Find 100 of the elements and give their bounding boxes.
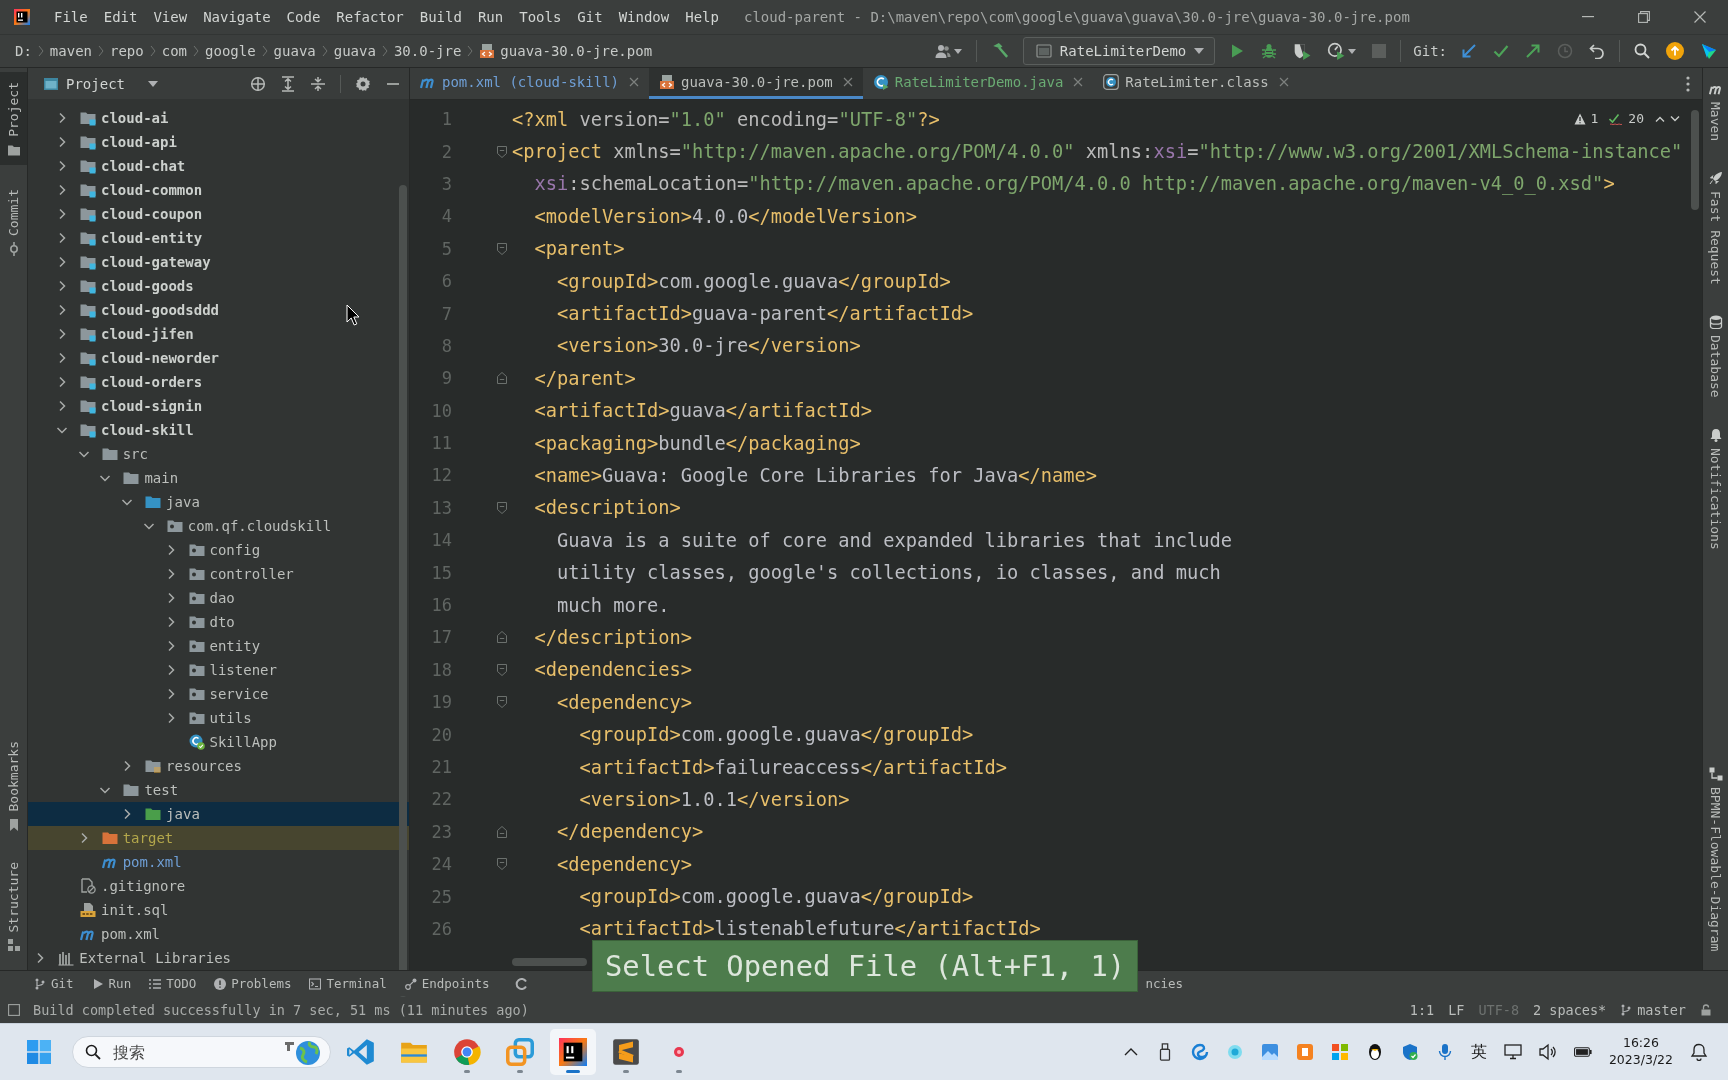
fold-icon[interactable]	[497, 825, 507, 838]
tool-window-button[interactable]: Fast Request	[1703, 167, 1728, 290]
tree-item[interactable]: entity	[28, 634, 409, 658]
tree-item[interactable]: listener	[28, 658, 409, 682]
tree-item[interactable]: cloud-entity	[28, 226, 409, 250]
taskbar-app-button[interactable]	[550, 1029, 596, 1075]
tree-item[interactable]: cloud-signin	[28, 394, 409, 418]
app-logo-icon[interactable]	[14, 9, 30, 25]
tree-item[interactable]: java	[28, 802, 409, 826]
scrollbar-thumb[interactable]	[512, 958, 587, 966]
close-icon[interactable]	[1073, 77, 1084, 87]
crosshair-icon[interactable]	[250, 75, 266, 92]
tool-window-button[interactable]: Terminal	[309, 976, 387, 991]
tree-item[interactable]: init.sql	[28, 898, 409, 922]
arc-icon[interactable]	[515, 977, 528, 990]
fold-icon[interactable]	[497, 663, 507, 676]
menu-item[interactable]: Help	[678, 5, 726, 29]
lock-icon[interactable]	[1700, 1003, 1712, 1016]
tool-window-button[interactable]: Run	[91, 976, 132, 991]
editor-tab[interactable]: RateLimiterDemo.java	[862, 68, 1094, 99]
tree-item[interactable]: com.qf.cloudskill	[28, 514, 409, 538]
tree-item[interactable]: pom.xml	[28, 922, 409, 946]
tool-window-button[interactable]: Database	[1703, 311, 1728, 402]
fold-icon[interactable]	[497, 858, 507, 871]
tree-item[interactable]: config	[28, 538, 409, 562]
tree-item[interactable]: External Libraries	[28, 946, 409, 970]
menu-item[interactable]: View	[146, 5, 195, 29]
passed-count[interactable]: 20	[1628, 111, 1644, 126]
expand-all-icon[interactable]	[280, 75, 296, 92]
tool-window-button[interactable]: Project	[0, 72, 27, 165]
collapse-all-icon[interactable]	[310, 75, 326, 92]
menu-item[interactable]: Git	[570, 5, 610, 29]
tree-item[interactable]: pom.xml	[28, 850, 409, 874]
tool-window-button[interactable]: Structure	[0, 851, 27, 960]
notification-icon[interactable]	[1690, 1043, 1708, 1061]
status-widget[interactable]: 2 spaces*	[1533, 1001, 1607, 1018]
clock-time[interactable]: 16:26	[1622, 1035, 1659, 1052]
tool-window-button[interactable]: Maven	[1703, 78, 1728, 146]
breadcrumb-item[interactable]: 30.0-jre	[393, 43, 462, 59]
breadcrumb-item[interactable]: guava	[333, 43, 376, 59]
clock-date[interactable]: 2023/3/22	[1608, 1052, 1673, 1069]
menu-item[interactable]: File	[47, 5, 95, 29]
tree-item[interactable]: cloud-jifen	[28, 322, 409, 346]
breadcrumb-item[interactable]: D:	[15, 43, 32, 59]
settings-icon[interactable]	[355, 75, 371, 92]
fold-icon[interactable]	[497, 631, 507, 644]
breadcrumb-item[interactable]: maven	[49, 43, 92, 59]
breadcrumb-item[interactable]: guava	[273, 43, 316, 59]
tree-item[interactable]: cloud-gateway	[28, 250, 409, 274]
editor-tab[interactable]: guava-30.0-jre.pom	[649, 68, 863, 99]
fold-icon[interactable]	[497, 696, 507, 709]
breadcrumb-item[interactable]: com	[161, 43, 188, 59]
status-widget[interactable]: 1:1	[1409, 1001, 1435, 1018]
branch-widget[interactable]: master	[1620, 1001, 1686, 1018]
tree-item[interactable]: .gitignore	[28, 874, 409, 898]
scrollbar-thumb[interactable]	[1691, 110, 1699, 210]
panel-toggle-icon[interactable]	[8, 1003, 20, 1016]
menu-item[interactable]: Refactor	[329, 5, 411, 29]
fold-icon[interactable]	[497, 242, 507, 255]
tree-item[interactable]: utils	[28, 706, 409, 730]
close-icon[interactable]	[842, 77, 853, 87]
speaker-icon[interactable]	[1538, 1043, 1557, 1061]
menu-item[interactable]: Window	[611, 5, 677, 29]
close-icon[interactable]	[629, 77, 639, 87]
fold-icon[interactable]	[497, 501, 507, 514]
run-configuration-dropdown[interactable]: RateLimiterDemo	[1022, 37, 1216, 65]
tree-item[interactable]: cloud-coupon	[28, 202, 409, 226]
tree-item[interactable]: cloud-ai	[28, 106, 409, 130]
tool-window-button[interactable]: Problems	[214, 976, 292, 991]
chevron-up-icon[interactable]	[1655, 115, 1665, 122]
tree-item[interactable]: resources	[28, 754, 409, 778]
menu-item[interactable]: Code	[279, 5, 328, 29]
menu-item[interactable]: Edit	[96, 5, 145, 29]
tool-window-button[interactable]: Endpoints	[404, 976, 490, 991]
menu-item[interactable]: Navigate	[196, 5, 278, 29]
tool-window-button[interactable]: BPMN-Flowable-Diagram	[1703, 763, 1728, 956]
tree-item[interactable]: dto	[28, 610, 409, 634]
chevron-down-icon[interactable]	[1670, 115, 1680, 122]
tool-window-button[interactable]: TODO	[149, 976, 197, 991]
swirl-icon[interactable]	[1190, 1043, 1209, 1061]
fold-icon[interactable]	[497, 145, 507, 158]
monitor-icon[interactable]	[1503, 1043, 1522, 1061]
breadcrumb-item[interactable]: google	[205, 43, 256, 59]
tree-item[interactable]: main	[28, 466, 409, 490]
tree-item[interactable]: target	[28, 826, 409, 850]
tree-item[interactable]: controller	[28, 562, 409, 586]
image-icon[interactable]	[1260, 1043, 1279, 1061]
grid-icon[interactable]	[1330, 1043, 1349, 1061]
tree-item[interactable]: cloud-goods	[28, 274, 409, 298]
menu-item[interactable]: Run	[470, 5, 511, 29]
fold-icon[interactable]	[497, 372, 507, 385]
input-method-indicator[interactable]: 英	[1470, 1041, 1487, 1063]
tree-item[interactable]: java	[28, 490, 409, 514]
editor-tab[interactable]: RateLimiter.class	[1093, 68, 1299, 99]
tree-item[interactable]: src	[28, 442, 409, 466]
menu-item[interactable]: Build	[412, 5, 469, 29]
tree-item[interactable]: dao	[28, 586, 409, 610]
tool-window-button[interactable]: ncies	[1145, 976, 1184, 991]
close-icon[interactable]	[1278, 77, 1289, 87]
editor-tab[interactable]: pom.xml (cloud-skill)	[410, 68, 649, 99]
